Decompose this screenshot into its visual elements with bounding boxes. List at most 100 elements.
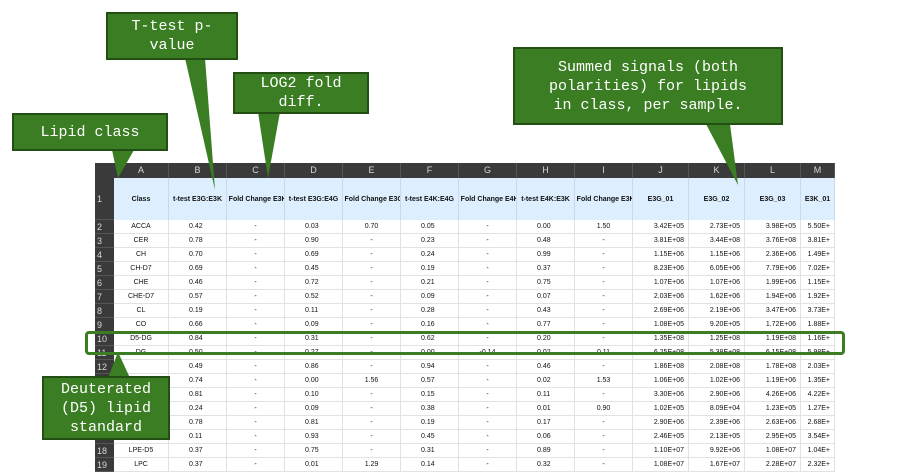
table-cell[interactable]: 0.24 [169,402,227,416]
table-cell[interactable]: - [343,318,401,332]
row-number[interactable]: 3 [95,234,114,248]
table-cell[interactable]: CL [114,304,169,318]
table-cell[interactable]: 0.69 [285,248,343,262]
row-number[interactable]: 1 [95,178,114,220]
table-cell[interactable]: 1.78E+08 [745,360,801,374]
table-cell[interactable]: 1.67E+07 [689,458,745,472]
table-cell[interactable]: 2.39E+06 [689,416,745,430]
column-header-h[interactable]: H [517,163,575,178]
table-cell[interactable]: 1.04E+ [801,444,835,458]
table-cell[interactable]: - [227,318,285,332]
row-number[interactable]: 6 [95,276,114,290]
table-cell[interactable]: LPE-D5 [114,444,169,458]
table-cell[interactable]: 2.08E+08 [689,360,745,374]
table-cell[interactable]: 0.00 [285,374,343,388]
table-cell[interactable]: 3.42E+05 [633,220,689,234]
table-cell[interactable]: - [343,444,401,458]
table-cell[interactable]: - [227,402,285,416]
table-cell[interactable]: 0.15 [401,388,459,402]
row-number[interactable]: 4 [95,248,114,262]
column-header-k[interactable]: K [689,163,745,178]
table-cell[interactable]: 2.28E+07 [745,458,801,472]
column-header-a[interactable]: A [114,163,169,178]
table-cell[interactable]: - [575,290,633,304]
table-cell[interactable]: - [575,234,633,248]
table-cell[interactable]: - [227,458,285,472]
column-header-m[interactable]: M [801,163,835,178]
table-cell[interactable]: 0.01 [285,458,343,472]
table-cell[interactable]: 2.95E+05 [745,430,801,444]
table-cell[interactable]: 3.81E+ [801,234,835,248]
table-cell[interactable]: 0.70 [169,248,227,262]
table-cell[interactable]: - [227,248,285,262]
table-cell[interactable]: - [343,402,401,416]
table-cell[interactable]: 1.27E+ [801,402,835,416]
header-cell[interactable]: ) Fold Change E3G [343,178,401,220]
table-cell[interactable]: 0.31 [401,444,459,458]
table-cell[interactable]: 3.98E+05 [745,220,801,234]
table-cell[interactable]: 2.90E+06 [633,416,689,430]
table-cell[interactable]: - [459,248,517,262]
table-cell[interactable]: - [575,360,633,374]
table-cell[interactable]: 0.48 [517,234,575,248]
column-header-f[interactable]: F [401,163,459,178]
table-cell[interactable]: 0.16 [401,318,459,332]
table-cell[interactable]: 4.26E+06 [745,388,801,402]
table-cell[interactable]: 0.17 [517,416,575,430]
table-cell[interactable]: CER [114,234,169,248]
header-cell[interactable]: t-test E3G:E4G [285,178,343,220]
column-header-c[interactable]: C [227,163,285,178]
table-cell[interactable]: - [575,304,633,318]
table-cell[interactable]: 3.30E+06 [633,388,689,402]
header-cell[interactable]: E3G_01 [633,178,689,220]
table-cell[interactable]: 9.92E+06 [689,444,745,458]
table-cell[interactable]: 1.02E+06 [689,374,745,388]
table-cell[interactable]: 8.09E+04 [689,402,745,416]
table-cell[interactable]: 1.08E+07 [633,458,689,472]
table-cell[interactable]: 0.02 [517,374,575,388]
header-cell[interactable]: t-test E4K:E4G [401,178,459,220]
table-cell[interactable]: 0.57 [401,374,459,388]
table-cell[interactable]: 1.15E+06 [689,248,745,262]
table-cell[interactable]: 0.77 [517,318,575,332]
table-cell[interactable]: - [459,220,517,234]
table-cell[interactable]: 0.32 [517,458,575,472]
table-cell[interactable]: - [459,416,517,430]
table-cell[interactable]: 0.69 [169,262,227,276]
header-cell[interactable]: E3K_01 [801,178,835,220]
table-cell[interactable]: 0.42 [169,220,227,234]
table-cell[interactable]: 0.75 [285,444,343,458]
table-cell[interactable]: - [459,318,517,332]
table-cell[interactable]: CH [114,248,169,262]
table-cell[interactable]: - [459,430,517,444]
table-cell[interactable]: - [227,416,285,430]
table-cell[interactable]: - [459,276,517,290]
table-cell[interactable]: 0.05 [401,220,459,234]
table-cell[interactable]: 1.15E+06 [633,248,689,262]
table-cell[interactable]: 0.37 [169,444,227,458]
table-cell[interactable]: 0.14 [401,458,459,472]
table-cell[interactable]: - [575,430,633,444]
table-cell[interactable]: 2.13E+05 [689,430,745,444]
table-cell[interactable]: - [459,262,517,276]
header-cell[interactable]: ) Fold Change E4K [459,178,517,220]
table-cell[interactable]: 0.75 [517,276,575,290]
table-cell[interactable]: 0.11 [169,430,227,444]
table-cell[interactable]: 4.22E+ [801,388,835,402]
table-cell[interactable]: 0.52 [285,290,343,304]
header-cell[interactable]: E3G_02 [689,178,745,220]
table-cell[interactable]: - [575,248,633,262]
select-all-corner[interactable] [95,163,114,178]
row-number[interactable]: 8 [95,304,114,318]
table-cell[interactable]: - [343,304,401,318]
table-cell[interactable]: - [343,388,401,402]
table-cell[interactable]: - [459,290,517,304]
table-cell[interactable]: CHE [114,276,169,290]
table-cell[interactable]: 2.32E+ [801,458,835,472]
table-cell[interactable]: 1.49E+ [801,248,835,262]
table-cell[interactable]: 0.78 [169,416,227,430]
table-cell[interactable]: 0.10 [285,388,343,402]
table-cell[interactable]: - [343,248,401,262]
table-cell[interactable]: 1.92E+ [801,290,835,304]
table-cell[interactable]: 0.57 [169,290,227,304]
